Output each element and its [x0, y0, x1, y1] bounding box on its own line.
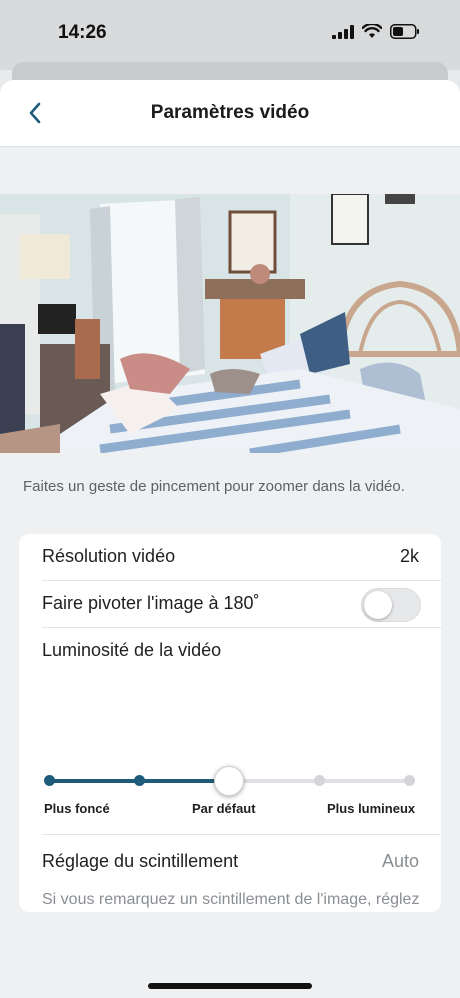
- rotate-toggle[interactable]: [361, 588, 421, 622]
- resolution-row[interactable]: Résolution vidéo 2k: [19, 534, 441, 580]
- flicker-value: Auto: [381, 851, 419, 871]
- zoom-hint-text: Faites un geste de pincement pour zoomer…: [23, 478, 405, 495]
- slider-thumb[interactable]: [214, 766, 244, 796]
- video-frame: [0, 194, 460, 453]
- flicker-row[interactable]: Réglage du scintillement Auto: [19, 839, 441, 885]
- page-title: Paramètres vidéo: [150, 102, 310, 123]
- slider-step-dot: [403, 775, 415, 786]
- max-brightness-label: Plus lumineux: [327, 801, 416, 816]
- home-indicator[interactable]: [148, 983, 312, 989]
- video-settings-sheet: Paramètres vidéo Faites un geste de pinc…: [0, 80, 460, 998]
- brightness-label: Luminosité de la vidéo: [42, 640, 222, 660]
- default-brightness-label: Par défaut: [192, 801, 256, 816]
- status-time: 14:26: [58, 22, 107, 43]
- slider-labels: Plus foncé Par défaut Plus lumineux: [19, 801, 441, 821]
- brightness-row: Luminosité de la vidéo: [19, 628, 441, 674]
- slider-step-dot: [313, 775, 325, 786]
- navigation-bar: Paramètres vidéo: [0, 80, 460, 147]
- camera-video-preview[interactable]: [0, 194, 460, 453]
- slider-step-dot: [43, 775, 55, 786]
- flicker-label: Réglage du scintillement: [42, 851, 239, 871]
- min-brightness-label: Plus foncé: [44, 801, 110, 816]
- cellular-signal-icon: [332, 24, 354, 39]
- brightness-slider[interactable]: [43, 766, 415, 796]
- status-icons: [332, 24, 420, 39]
- wifi-icon: [362, 24, 382, 38]
- flicker-description: Si vous remarquez un scintillement de l'…: [42, 891, 420, 908]
- rotate-label: Faire pivoter l'image à 180˚: [42, 593, 260, 613]
- settings-card: Résolution vidéo 2k Faire pivoter l'imag…: [19, 534, 441, 912]
- divider: [42, 834, 441, 835]
- toggle-knob: [364, 591, 392, 619]
- resolution-label: Résolution vidéo: [42, 546, 176, 566]
- battery-icon: [390, 24, 419, 39]
- resolution-value: 2k: [399, 546, 419, 566]
- rotate-row: Faire pivoter l'image à 180˚: [19, 581, 441, 627]
- status-bar: 14:26: [0, 0, 460, 70]
- slider-step-dot: [133, 775, 145, 786]
